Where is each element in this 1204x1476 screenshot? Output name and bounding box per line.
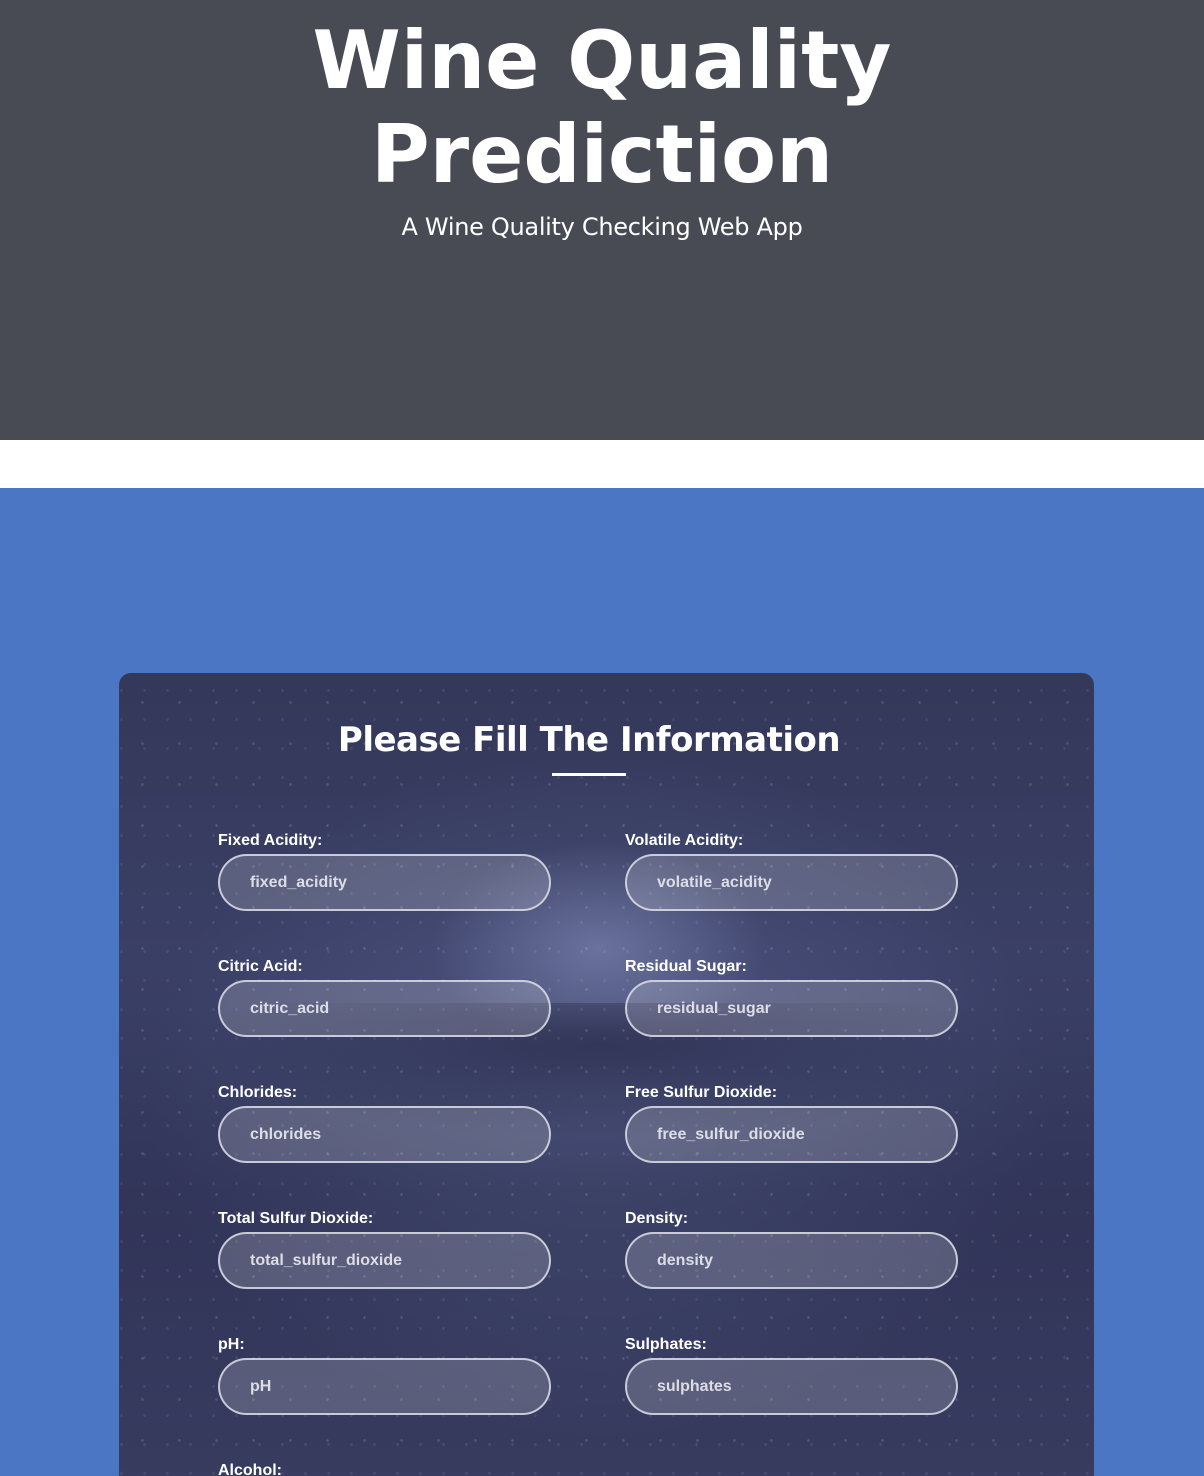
field-label-free-sulfur-dioxide: Free Sulfur Dioxide: [625, 1084, 778, 1101]
free-sulfur-dioxide-input[interactable] [625, 1106, 958, 1163]
field-label-chlorides: Chlorides: [218, 1084, 298, 1101]
field-label-density: Density: [625, 1210, 689, 1227]
form-card: Please Fill The Information Fixed Acidit… [119, 673, 1094, 1476]
residual-sugar-input[interactable] [625, 980, 958, 1037]
field-volatile-acidity: Volatile Acidity: [625, 832, 958, 911]
field-chlorides: Chlorides: [218, 1084, 551, 1163]
field-label-citric-acid: Citric Acid: [218, 958, 303, 975]
chlorides-input[interactable] [218, 1106, 551, 1163]
field-label-fixed-acidity: Fixed Acidity: [218, 832, 323, 849]
field-free-sulfur-dioxide: Free Sulfur Dioxide: [625, 1084, 958, 1163]
field-total-sulfur-dioxide: Total Sulfur Dioxide: [218, 1210, 551, 1289]
page-title-line-1: Wine Quality [312, 14, 892, 107]
fixed-acidity-input[interactable] [218, 854, 551, 911]
citric-acid-input[interactable] [218, 980, 551, 1037]
sulphates-input[interactable] [625, 1358, 958, 1415]
field-label-residual-sugar: Residual Sugar: [625, 958, 747, 975]
title-underline [552, 773, 626, 776]
field-fixed-acidity: Fixed Acidity: [218, 832, 551, 911]
field-label-sulphates: Sulphates: [625, 1336, 707, 1353]
density-input[interactable] [625, 1232, 958, 1289]
hero-header: Wine Quality Prediction A Wine Quality C… [0, 0, 1204, 440]
field-residual-sugar: Residual Sugar: [625, 958, 958, 1037]
page-title-line-2: Prediction [370, 108, 834, 201]
field-alcohol: Alcohol: [218, 1462, 551, 1476]
form-title: Please Fill The Information [337, 720, 841, 760]
field-ph: pH: [218, 1336, 551, 1415]
volatile-acidity-input[interactable] [625, 854, 958, 911]
field-label-total-sulfur-dioxide: Total Sulfur Dioxide: [218, 1210, 374, 1227]
field-label-alcohol: Alcohol: [218, 1462, 282, 1476]
field-label-volatile-acidity: Volatile Acidity: [625, 832, 744, 849]
section-spacer [0, 440, 1204, 488]
field-density: Density: [625, 1210, 958, 1289]
field-label-ph: pH: [218, 1336, 245, 1353]
field-sulphates: Sulphates: [625, 1336, 958, 1415]
page-subtitle: A Wine Quality Checking Web App [401, 213, 803, 241]
field-citric-acid: Citric Acid: [218, 958, 551, 1037]
ph-input[interactable] [218, 1358, 551, 1415]
page-title: Wine Quality Prediction [0, 14, 1204, 202]
total-sulfur-dioxide-input[interactable] [218, 1232, 551, 1289]
